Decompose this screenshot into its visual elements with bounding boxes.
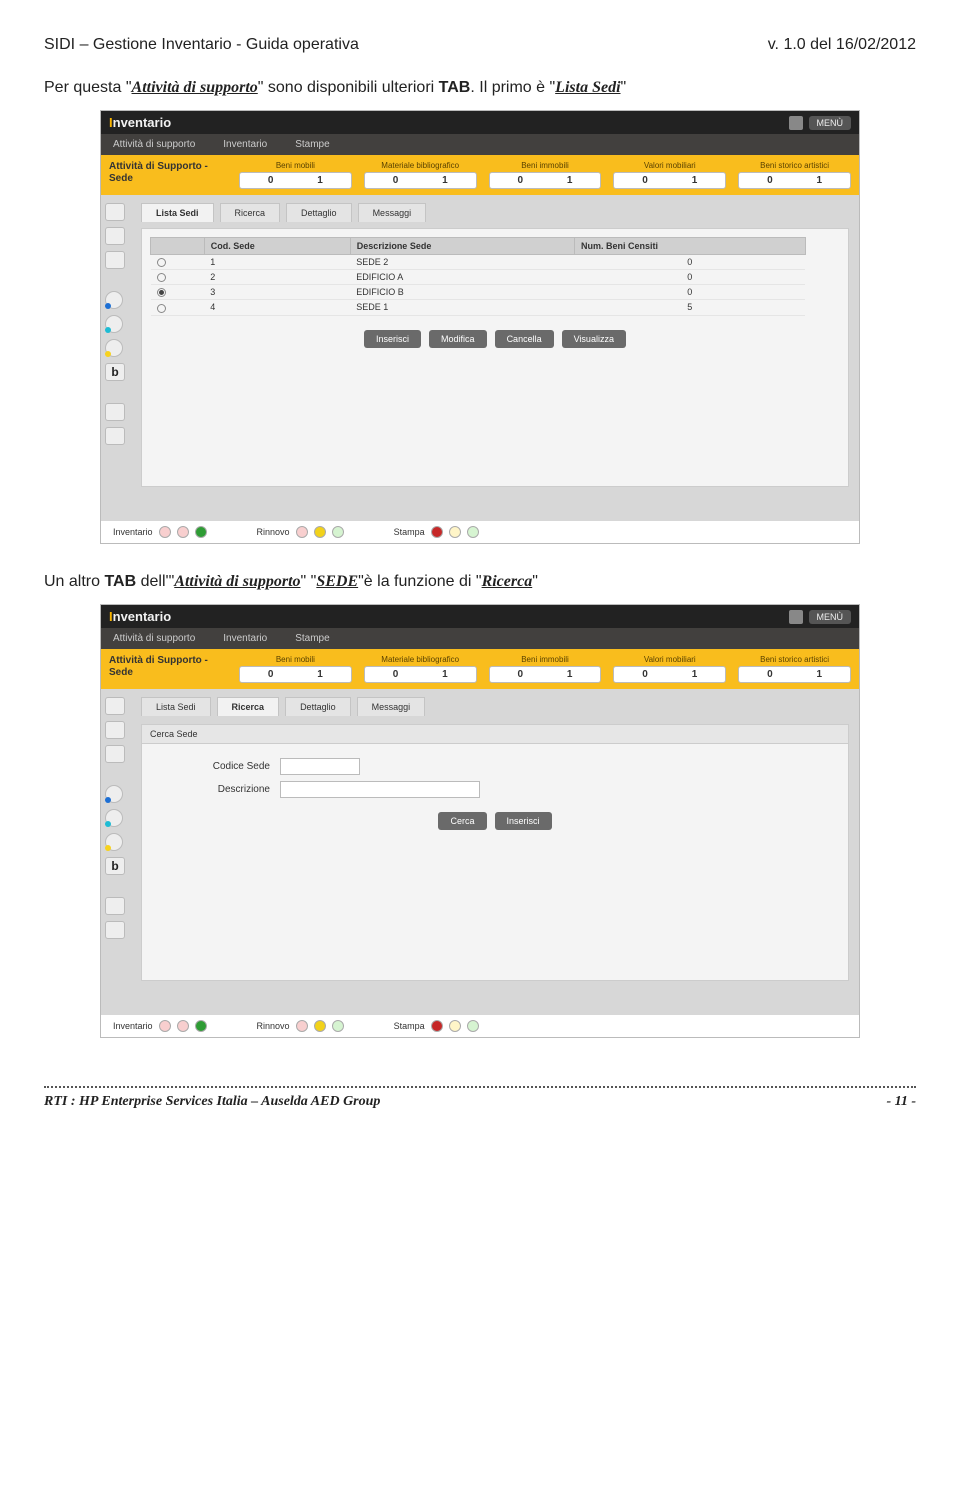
- radio-icon[interactable]: [157, 304, 166, 313]
- help2-icon[interactable]: [105, 315, 123, 333]
- table-row[interactable]: 2EDIFICIO A0: [151, 270, 806, 285]
- inserisci-button[interactable]: Inserisci: [495, 812, 552, 830]
- b-icon[interactable]: b: [105, 363, 125, 381]
- status-dot: [467, 1020, 479, 1032]
- visualizza-button[interactable]: Visualizza: [562, 330, 626, 348]
- print-icon[interactable]: [105, 251, 125, 269]
- edit-icon[interactable]: [105, 227, 125, 245]
- tab-ricerca[interactable]: Ricerca: [217, 697, 280, 716]
- sedi-table: Cod. SedeDescrizione SedeNum. Beni Censi…: [150, 237, 806, 316]
- footer-right: - 11 -: [886, 1094, 916, 1110]
- status-dot: [431, 1020, 443, 1032]
- input-codice-sede[interactable]: [280, 758, 360, 775]
- status-dot: [314, 1020, 326, 1032]
- left-toolbar: b: [101, 195, 131, 495]
- app-logo: Inventario: [109, 115, 171, 130]
- export-icon[interactable]: [105, 897, 125, 915]
- nav-attivita[interactable]: Attività di supporto: [113, 633, 195, 644]
- tab-messaggi[interactable]: Messaggi: [358, 203, 427, 222]
- status-dot: [177, 526, 189, 538]
- nav-stampe[interactable]: Stampe: [295, 633, 329, 644]
- table-row[interactable]: 3EDIFICIO B0: [151, 285, 806, 300]
- status-dot: [296, 1020, 308, 1032]
- panel-title-cerca: Cerca Sede: [141, 724, 849, 743]
- help2-icon[interactable]: [105, 809, 123, 827]
- nav-stampe[interactable]: Stampe: [295, 139, 329, 150]
- status-dot: [195, 1020, 207, 1032]
- status-dot: [449, 1020, 461, 1032]
- radio-icon[interactable]: [157, 273, 166, 282]
- input-descrizione[interactable]: [280, 781, 480, 798]
- help-icon[interactable]: [105, 785, 123, 803]
- app-logo: Inventario: [109, 609, 171, 624]
- status-dot: [449, 526, 461, 538]
- radio-icon[interactable]: [157, 288, 166, 297]
- status-dot: [332, 1020, 344, 1032]
- doc-header-left: SIDI – Gestione Inventario - Guida opera…: [44, 36, 359, 54]
- table-row[interactable]: 1SEDE 20: [151, 255, 806, 270]
- status-dot: [467, 526, 479, 538]
- refresh-icon[interactable]: [105, 921, 125, 939]
- footer-rule: [44, 1086, 916, 1088]
- radio-icon[interactable]: [157, 258, 166, 267]
- status-dot: [159, 526, 171, 538]
- footer-left: RTI : HP Enterprise Services Italia – Au…: [44, 1094, 380, 1110]
- main-nav: Attività di supporto Inventario Stampe: [101, 134, 859, 155]
- paragraph-1: Per questa "Attività di supporto" sono d…: [44, 76, 916, 100]
- tab-lista-sedi[interactable]: Lista Sedi: [141, 203, 214, 222]
- paragraph-2: Un altro TAB dell'"Attività di supporto"…: [44, 570, 916, 594]
- summary-bar: Attività di Supporto - Sede Beni mobili0…: [101, 155, 859, 195]
- user-icon[interactable]: [789, 116, 803, 130]
- tab-ricerca[interactable]: Ricerca: [220, 203, 281, 222]
- inserisci-button[interactable]: Inserisci: [364, 330, 421, 348]
- status-dot: [332, 526, 344, 538]
- help3-icon[interactable]: [105, 339, 123, 357]
- menu-button[interactable]: MENÙ: [809, 610, 852, 624]
- edit-icon[interactable]: [105, 721, 125, 739]
- print-icon[interactable]: [105, 745, 125, 763]
- status-dot: [195, 526, 207, 538]
- table-row[interactable]: 4SEDE 15: [151, 300, 806, 315]
- tab-dettaglio[interactable]: Dettaglio: [286, 203, 352, 222]
- nav-inventario[interactable]: Inventario: [223, 633, 267, 644]
- menu-button[interactable]: MENÙ: [809, 116, 852, 130]
- nav-inventario[interactable]: Inventario: [223, 139, 267, 150]
- tool-icon[interactable]: [105, 697, 125, 715]
- status-dot: [296, 526, 308, 538]
- export-icon[interactable]: [105, 403, 125, 421]
- cerca-button[interactable]: Cerca: [438, 812, 486, 830]
- screenshot-ricerca: Inventario MENÙ Attività di supporto Inv…: [100, 604, 860, 1038]
- help-icon[interactable]: [105, 291, 123, 309]
- status-dot: [431, 526, 443, 538]
- tool-icon[interactable]: [105, 203, 125, 221]
- label-descrizione: Descrizione: [200, 784, 270, 795]
- status-dot: [314, 526, 326, 538]
- refresh-icon[interactable]: [105, 427, 125, 445]
- user-icon[interactable]: [789, 610, 803, 624]
- status-dot: [177, 1020, 189, 1032]
- nav-attivita[interactable]: Attività di supporto: [113, 139, 195, 150]
- summary-label: Attività di Supporto - Sede: [109, 161, 229, 185]
- label-codice-sede: Codice Sede: [200, 761, 270, 772]
- modifica-button[interactable]: Modifica: [429, 330, 487, 348]
- cancella-button[interactable]: Cancella: [495, 330, 554, 348]
- status-dot: [159, 1020, 171, 1032]
- tab-dettaglio[interactable]: Dettaglio: [285, 697, 351, 716]
- screenshot-lista-sedi: Inventario MENÙ Attività di supporto Inv…: [100, 110, 860, 544]
- tab-messaggi[interactable]: Messaggi: [357, 697, 426, 716]
- help3-icon[interactable]: [105, 833, 123, 851]
- doc-header-right: v. 1.0 del 16/02/2012: [768, 36, 916, 54]
- tab-lista-sedi[interactable]: Lista Sedi: [141, 697, 211, 716]
- b-icon[interactable]: b: [105, 857, 125, 875]
